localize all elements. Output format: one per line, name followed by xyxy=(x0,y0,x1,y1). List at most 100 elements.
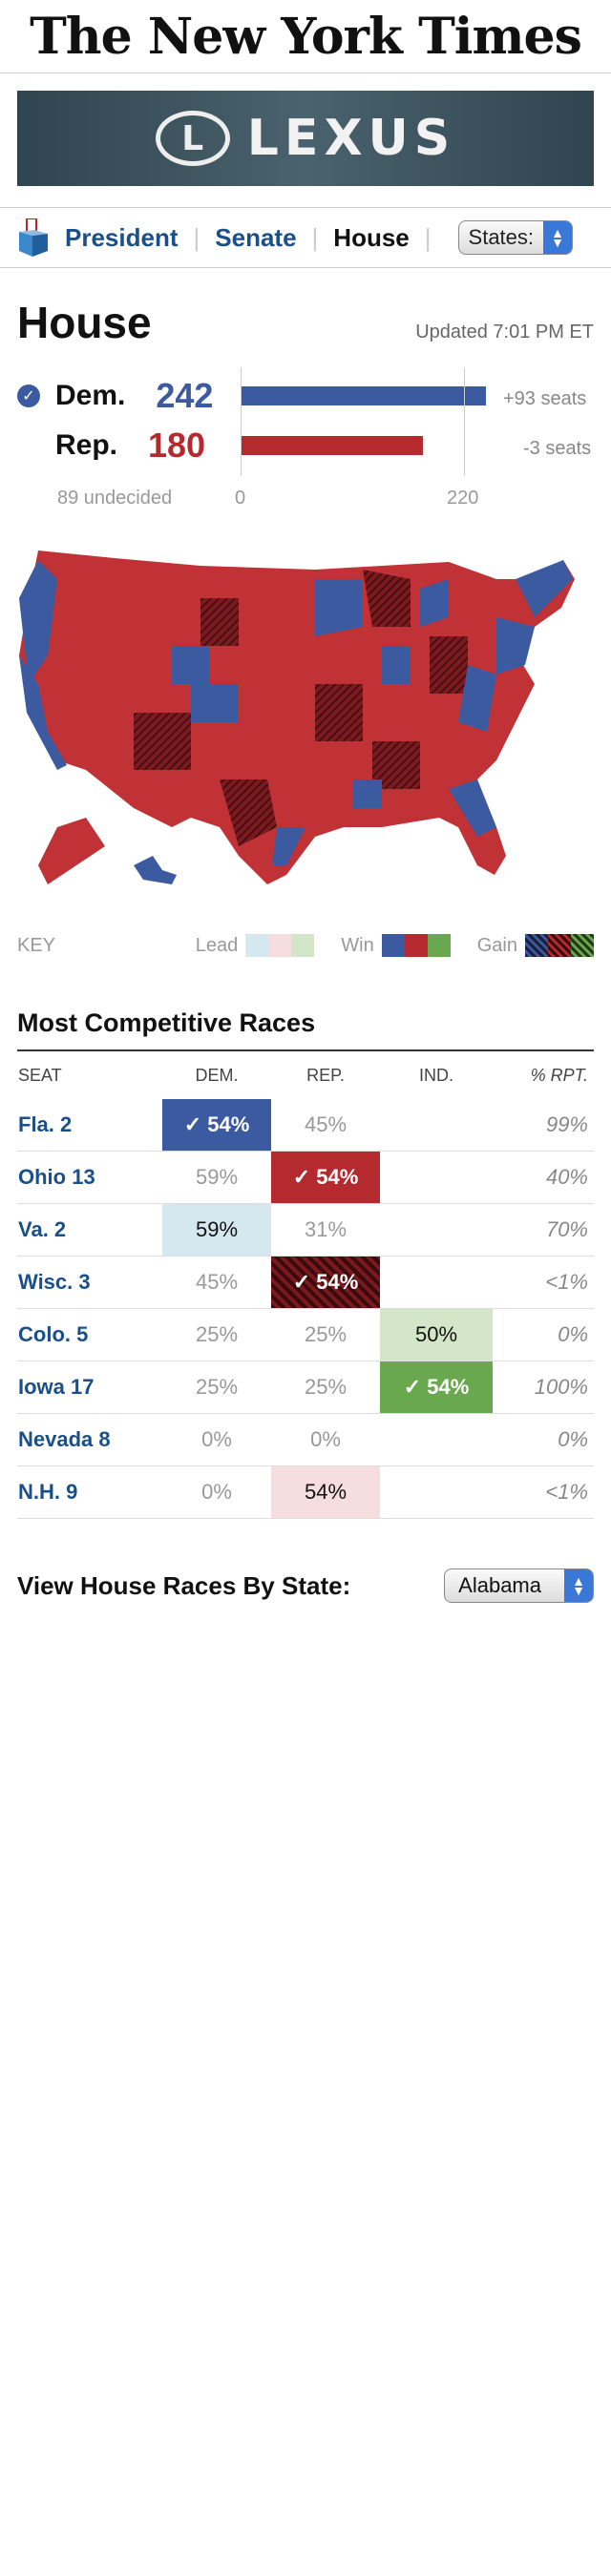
lexus-banner-ad[interactable]: L LEXUS xyxy=(17,91,594,186)
race-seat[interactable]: Wisc. 3 xyxy=(17,1256,162,1309)
states-select-label: States: xyxy=(468,225,535,249)
lexus-wordmark: LEXUS xyxy=(246,110,456,167)
race-ind-lead: 50% xyxy=(380,1308,493,1361)
rep-seat-change: -3 seats xyxy=(523,438,592,459)
dem-label: Dem. xyxy=(55,380,126,411)
winner-check-icon: ✓ xyxy=(17,384,40,407)
race-rpt: 40% xyxy=(493,1151,594,1204)
race-rpt: 0% xyxy=(493,1413,594,1466)
race-rep-lead: 54% xyxy=(271,1465,380,1519)
masthead-title: The New York Times xyxy=(30,7,582,66)
race-rep-win: ✓ 54% xyxy=(271,1151,380,1204)
rep-seat-bar xyxy=(241,436,423,455)
race-rpt: 99% xyxy=(493,1099,594,1152)
col-ind: IND. xyxy=(419,1065,453,1085)
gain-swatches xyxy=(525,934,594,957)
key-win-label: Win xyxy=(341,934,374,956)
race-ind-win: ✓ 54% xyxy=(380,1361,493,1414)
axis-zero-line xyxy=(241,367,242,476)
axis-zero-label: 0 xyxy=(235,488,246,509)
race-rep: 25% xyxy=(271,1361,380,1414)
table-row[interactable]: Wisc. 3 45% ✓ 54% <1% xyxy=(17,1256,594,1309)
race-seat[interactable]: Nevada 8 xyxy=(17,1413,162,1466)
races-table: SEAT DEM. REP. IND. % RPT. Fla. 2 ✓ 54% … xyxy=(17,1051,594,1519)
race-seat[interactable]: Ohio 13 xyxy=(17,1151,162,1204)
race-dem: 59% xyxy=(162,1151,271,1204)
hawaii-shape xyxy=(134,856,177,884)
house-district-map[interactable] xyxy=(0,541,611,913)
col-rpt: % RPT. xyxy=(530,1065,588,1085)
key-lead-label: Lead xyxy=(195,934,239,956)
lexus-logo-icon: L xyxy=(155,111,230,166)
dem-seat-bar xyxy=(241,386,486,405)
race-seat[interactable]: N.H. 9 xyxy=(17,1465,162,1519)
lead-swatches xyxy=(245,934,315,957)
undecided-count: 89 undecided xyxy=(57,488,173,509)
table-row[interactable]: Ohio 13 59% ✓ 54% 40% xyxy=(17,1151,594,1204)
states-select[interactable]: States: ▲ ▼ xyxy=(457,220,574,255)
race-dem-win: ✓ 54% xyxy=(162,1099,271,1152)
table-row[interactable]: Va. 2 59% 31% 70% xyxy=(17,1203,594,1257)
majority-line xyxy=(464,367,465,476)
dem-seats: 242 xyxy=(156,376,214,415)
state-select[interactable]: Alabama ▲ ▼ xyxy=(444,1568,594,1603)
select-arrows-icon: ▲ ▼ xyxy=(543,221,573,254)
col-rep: REP. xyxy=(306,1065,345,1085)
race-rpt: 0% xyxy=(493,1308,594,1361)
alaska-shape xyxy=(38,818,105,884)
race-ind xyxy=(380,1203,493,1257)
race-rpt: <1% xyxy=(493,1465,594,1519)
race-rep: 45% xyxy=(271,1099,380,1152)
race-rpt: 70% xyxy=(493,1203,594,1257)
race-seat[interactable]: Iowa 17 xyxy=(17,1361,162,1414)
table-row[interactable]: Iowa 17 25% 25% ✓ 54% 100% xyxy=(17,1361,594,1414)
win-swatches xyxy=(381,934,451,957)
nav-senate[interactable]: Senate xyxy=(215,223,296,253)
race-dem: 45% xyxy=(162,1256,271,1309)
table-row[interactable]: Fla. 2 ✓ 54% 45% 99% xyxy=(17,1099,594,1152)
election-nav: President | Senate | House | States: ▲ ▼ xyxy=(0,207,611,268)
nav-president[interactable]: President xyxy=(65,223,179,253)
updated-time: Updated 7:01 PM ET xyxy=(415,322,594,343)
race-ind xyxy=(380,1151,493,1204)
state-select-value: Alabama xyxy=(458,1573,541,1597)
map-key: KEY Lead Win Gain xyxy=(0,926,611,965)
race-seat[interactable]: Fla. 2 xyxy=(17,1099,162,1152)
races-title: Most Competitive Races xyxy=(17,1008,594,1051)
race-ind xyxy=(380,1465,493,1519)
race-rep-gain: ✓ 54% xyxy=(271,1256,380,1309)
race-rpt: <1% xyxy=(493,1256,594,1309)
race-dem: 0% xyxy=(162,1465,271,1519)
ballot-box-icon xyxy=(17,218,50,257)
race-dem: 25% xyxy=(162,1308,271,1361)
race-seat[interactable]: Colo. 5 xyxy=(17,1308,162,1361)
race-dem: 0% xyxy=(162,1413,271,1466)
rep-label: Rep. xyxy=(55,429,118,461)
key-gain-label: Gain xyxy=(476,934,517,956)
table-row[interactable]: N.H. 9 0% 54% <1% xyxy=(17,1465,594,1519)
nav-separator: | xyxy=(424,222,432,252)
race-ind xyxy=(380,1413,493,1466)
race-ind xyxy=(380,1256,493,1309)
nav-separator: | xyxy=(311,222,319,252)
race-seat[interactable]: Va. 2 xyxy=(17,1203,162,1257)
table-row[interactable]: Nevada 8 0% 0% 0% xyxy=(17,1413,594,1466)
race-rpt: 100% xyxy=(493,1361,594,1414)
masthead[interactable]: The New York Times xyxy=(0,0,611,73)
nav-house[interactable]: House xyxy=(333,223,409,253)
seat-tally: ✓ Dem. 242 Rep. 180 +93 seats -3 seats 8… xyxy=(0,367,611,520)
rep-seats: 180 xyxy=(148,426,206,465)
race-rep: 25% xyxy=(271,1308,380,1361)
race-rep: 31% xyxy=(271,1203,380,1257)
dem-seat-change: +93 seats xyxy=(503,388,587,409)
select-arrows-icon: ▲ ▼ xyxy=(564,1569,593,1602)
nav-separator: | xyxy=(193,222,200,252)
by-state-label: View House Races By State: xyxy=(17,1570,351,1600)
key-label: KEY xyxy=(17,934,56,956)
race-dem-lead: 59% xyxy=(162,1203,271,1257)
col-seat: SEAT xyxy=(18,1065,62,1085)
col-dem: DEM. xyxy=(195,1065,239,1085)
page-title: House xyxy=(17,298,152,347)
race-ind xyxy=(380,1099,493,1152)
table-row[interactable]: Colo. 5 25% 25% 50% 0% xyxy=(17,1308,594,1361)
